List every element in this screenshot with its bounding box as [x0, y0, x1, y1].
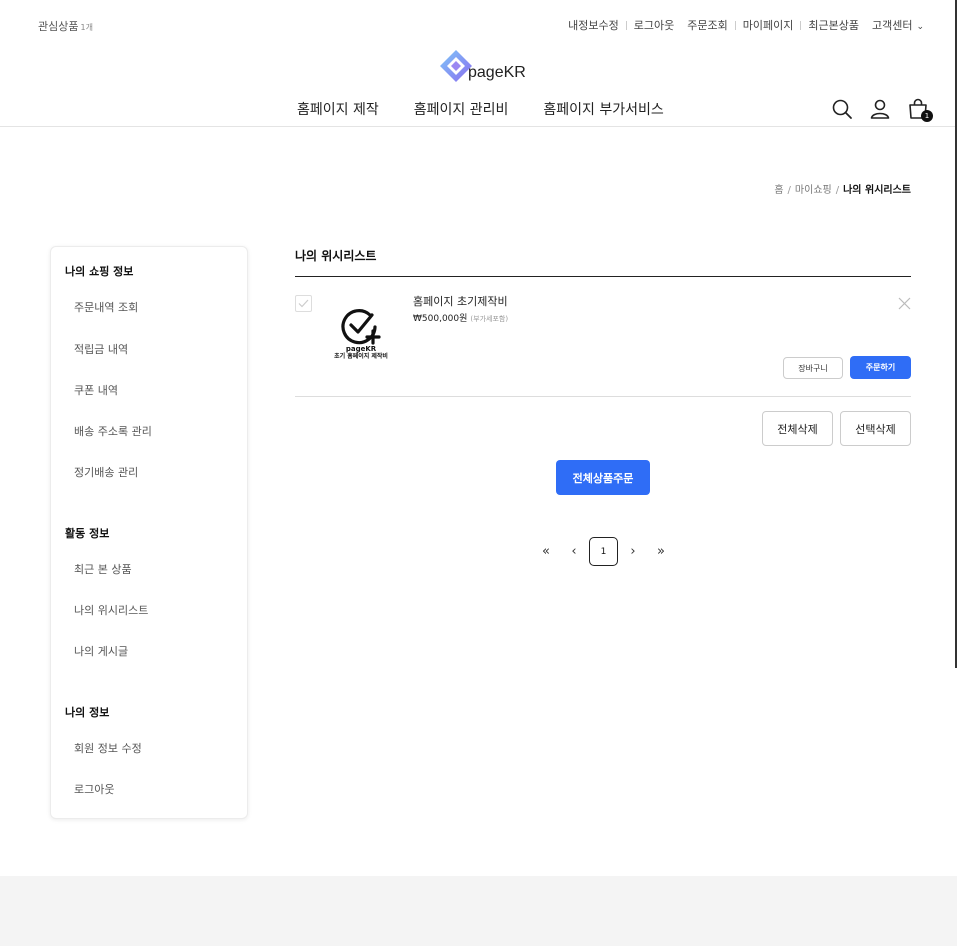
- wishlist-count-value: 1개: [80, 23, 93, 32]
- sidebar-item-coupons[interactable]: 쿠폰 내역: [74, 382, 118, 398]
- check-icon: [298, 299, 309, 308]
- add-to-cart-button[interactable]: 장바구니: [783, 357, 843, 379]
- nav-homepage-addon-services[interactable]: 홈페이지 부가서비스: [543, 99, 663, 119]
- header-icons: 1: [815, 98, 933, 122]
- breadcrumb: 홈 / 마이쇼핑 / 나의 위시리스트: [774, 181, 911, 196]
- vat-note: (부가세포함): [470, 315, 509, 323]
- nav-homepage-maintenance[interactable]: 홈페이지 관리비: [414, 99, 509, 119]
- sidebar-section-activity: 활동 정보: [65, 527, 110, 540]
- pagination: « ‹ 1 › »: [538, 537, 669, 566]
- sidebar-item-recent-products[interactable]: 최근 본 상품: [74, 561, 132, 577]
- thumbnail-brand: pageKR: [345, 345, 377, 353]
- breadcrumb-separator: /: [787, 185, 791, 196]
- breadcrumb-myshopping[interactable]: 마이쇼핑: [795, 185, 832, 196]
- footer: [0, 876, 957, 946]
- site-logo[interactable]: pageKR: [438, 47, 526, 85]
- sidebar-item-regular-delivery[interactable]: 정기배송 관리: [74, 464, 138, 480]
- recent-products-link[interactable]: 최근본상품: [808, 17, 859, 33]
- order-all-button[interactable]: 전체상품주문: [556, 460, 650, 495]
- top-links: 내정보수정 로그아웃 주문조회 마이페이지 최근본상품 고객센터 ⌄: [568, 17, 924, 33]
- customer-center-label: 고객센터: [871, 19, 913, 32]
- sidebar-item-logout[interactable]: 로그아웃: [74, 781, 114, 797]
- sidebar-item-my-posts[interactable]: 나의 게시글: [74, 643, 128, 659]
- divider: [625, 20, 627, 30]
- top-utility-bar: 관심상품 1개 내정보수정 로그아웃 주문조회 마이페이지 최근본상품 고객센터 ⌄: [0, 0, 957, 48]
- logo-text: pageKR: [468, 64, 526, 81]
- product-thumbnail[interactable]: pageKR 초기 홈페이지 제작비: [325, 307, 397, 369]
- order-item-button[interactable]: 주문하기: [850, 356, 911, 379]
- nav-homepage-build[interactable]: 홈페이지 제작: [297, 99, 379, 119]
- breadcrumb-separator: /: [835, 185, 840, 196]
- page-number[interactable]: 1: [589, 537, 618, 566]
- sidebar-item-edit-profile[interactable]: 회원 정보 수정: [74, 740, 142, 756]
- page-title: 나의 위시리스트: [295, 249, 377, 263]
- mypage-link[interactable]: 마이페이지: [743, 17, 794, 33]
- main-nav: 홈페이지 제작 홈페이지 관리비 홈페이지 부가서비스: [297, 99, 699, 119]
- close-icon[interactable]: [898, 295, 911, 310]
- divider: [734, 20, 736, 30]
- cart-icon[interactable]: 1: [907, 98, 933, 122]
- sidebar-section-shopping-info: 나의 쇼핑 정보: [65, 265, 134, 278]
- last-page-icon[interactable]: »: [653, 538, 669, 566]
- logout-link[interactable]: 로그아웃: [634, 17, 674, 33]
- product-name[interactable]: 홈페이지 초기제작비: [413, 293, 508, 309]
- edit-profile-link[interactable]: 내정보수정: [568, 17, 619, 33]
- check-circle-plus-icon: [341, 309, 381, 345]
- delete-selected-button[interactable]: 선택삭제: [840, 411, 911, 446]
- prev-page-icon[interactable]: ‹: [566, 538, 582, 566]
- customer-center-link[interactable]: 고객센터 ⌄: [872, 17, 924, 33]
- product-price: ₩500,000원: [413, 314, 468, 324]
- mypage-sidebar: 나의 쇼핑 정보 주문내역 조회 적립금 내역 쿠폰 내역 배송 주소록 관리 …: [50, 246, 248, 819]
- row-divider: [295, 396, 911, 397]
- breadcrumb-current: 나의 위시리스트: [843, 185, 911, 196]
- sidebar-item-address-book[interactable]: 배송 주소록 관리: [74, 423, 152, 439]
- search-icon[interactable]: [831, 98, 853, 120]
- order-lookup-link[interactable]: 주문조회: [687, 17, 727, 33]
- delete-all-button[interactable]: 전체삭제: [762, 411, 833, 446]
- sidebar-section-my-info: 나의 정보: [65, 706, 110, 719]
- next-page-icon[interactable]: ›: [625, 538, 641, 566]
- user-icon[interactable]: [869, 98, 891, 120]
- chevron-down-icon: ⌄: [916, 22, 924, 32]
- sidebar-item-order-history[interactable]: 주문내역 조회: [74, 299, 138, 315]
- first-page-icon[interactable]: «: [538, 538, 554, 566]
- cart-count-badge: 1: [921, 110, 933, 122]
- wishlist-count[interactable]: 관심상품 1개: [38, 18, 93, 34]
- product-price-line: ₩500,000원 (부가세포함): [413, 311, 508, 324]
- sidebar-item-points[interactable]: 적립금 내역: [74, 341, 128, 357]
- sidebar-item-wishlist[interactable]: 나의 위시리스트: [74, 602, 148, 618]
- wishlist-label: 관심상품: [38, 20, 79, 33]
- breadcrumb-home[interactable]: 홈: [774, 185, 783, 196]
- item-checkbox[interactable]: [295, 295, 312, 312]
- thumbnail-caption: 초기 홈페이지 제작비: [334, 353, 388, 360]
- header-divider: [0, 126, 957, 127]
- title-divider: [295, 276, 911, 277]
- divider: [800, 20, 802, 30]
